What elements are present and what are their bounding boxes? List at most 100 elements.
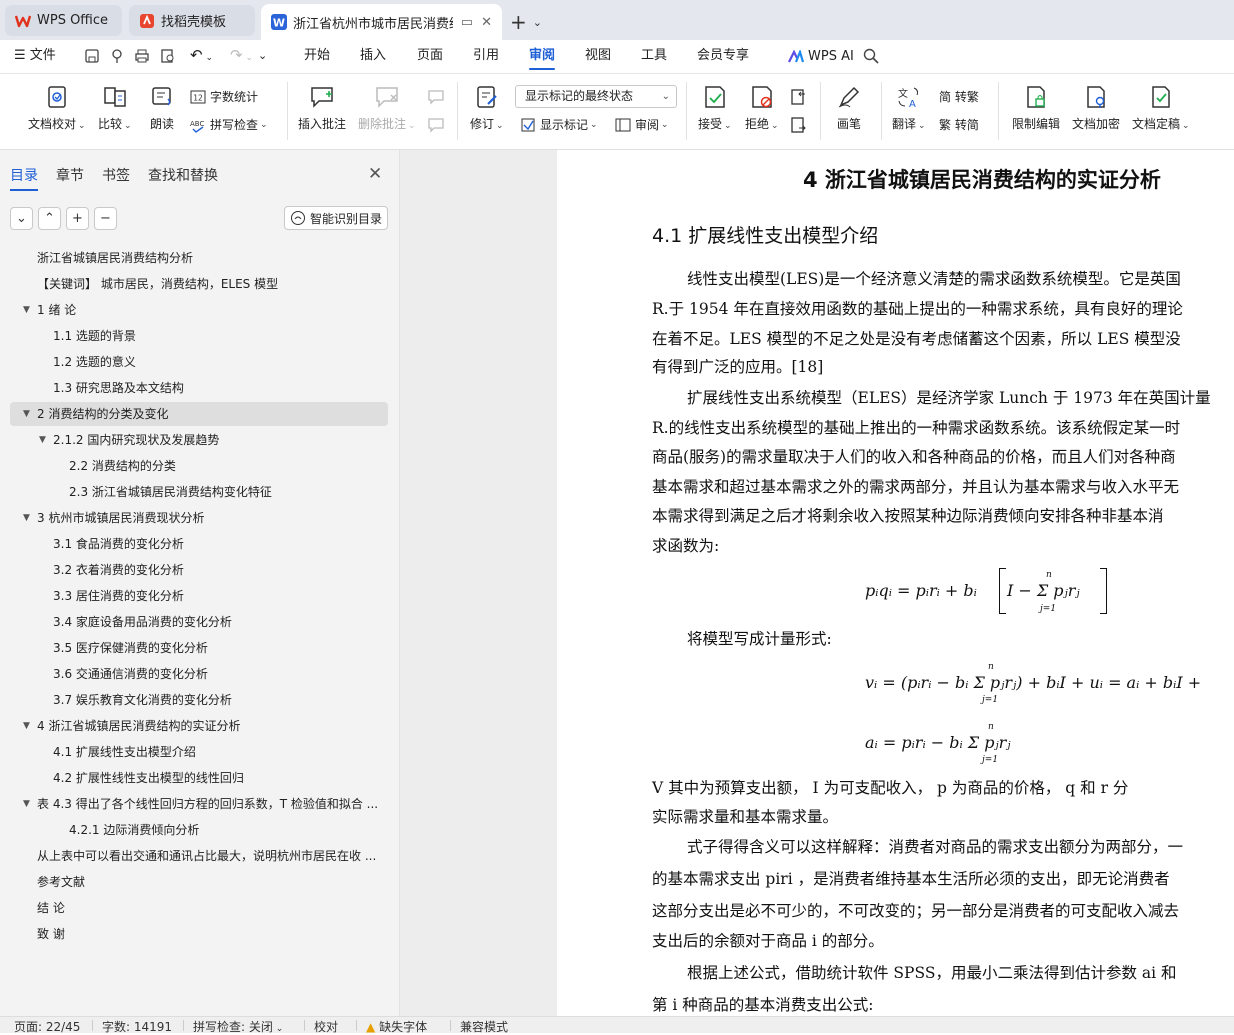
insert-comment-button[interactable]: 插入批注 <box>298 84 346 132</box>
expand-toggle-icon[interactable]: ▼ <box>39 428 46 452</box>
compare-button[interactable]: 比较 ⌄ <box>98 84 132 132</box>
previous-change-icon[interactable] <box>790 88 808 106</box>
close-icon[interactable]: ✕ <box>368 164 382 184</box>
missing-font-status[interactable]: ▲ 缺失字体 <box>355 1018 427 1035</box>
expand-toggle-icon[interactable]: ▼ <box>23 506 30 530</box>
toc-item[interactable]: 4.2.1 边际消费倾向分析 <box>10 818 388 842</box>
smart-toc-button[interactable]: 智能识别目录 <box>284 206 388 230</box>
warning-icon: ▲ <box>366 1020 376 1034</box>
toc-item[interactable]: 致 谢 <box>10 922 388 946</box>
document-page[interactable]: 4 浙江省城镇居民消费结构的实证分析 4.1 扩展线性支出模型介绍 线性支出模型… <box>557 150 1234 1016</box>
tab-window-icon[interactable]: ▭ <box>461 15 473 30</box>
pane-tab-find-replace[interactable]: 查找和替换 <box>148 165 218 185</box>
toc-item-label: 浙江省城镇居民消费结构分析 <box>37 251 194 265</box>
toc-item[interactable]: ▼ 1 绪 论 <box>10 298 388 322</box>
review-pane-button[interactable]: 审阅 ⌄ <box>615 116 669 133</box>
ink-pen-button[interactable]: 画笔 <box>836 84 862 132</box>
print-icon[interactable] <box>134 48 150 64</box>
menu-start[interactable]: 开始 <box>304 40 330 73</box>
toc-item[interactable]: 4.1 扩展线性支出模型介绍 <box>10 740 388 764</box>
pane-tab-toc[interactable]: 目录 <box>10 165 38 191</box>
menu-references[interactable]: 引用 <box>473 40 499 73</box>
toc-item[interactable]: 4.2 扩展性线性支出模型的线性回归 <box>10 766 388 790</box>
to-traditional-button[interactable]: 简 转繁 <box>939 88 979 105</box>
close-tab-icon[interactable]: ✕ <box>481 15 492 30</box>
word-count-status[interactable]: 字数: 14191 <box>91 1018 172 1035</box>
toc-item[interactable]: 结 论 <box>10 896 388 920</box>
expand-toggle-icon[interactable]: ▼ <box>23 402 30 426</box>
track-changes-button[interactable]: 修订 ⌄ <box>470 84 504 132</box>
search-icon[interactable] <box>863 48 879 64</box>
toc-item[interactable]: 1.2 选题的意义 <box>10 350 388 374</box>
remove-heading-button[interactable]: − <box>94 207 117 230</box>
spell-check-button[interactable]: ABC 拼写检查 ⌄ <box>190 116 268 133</box>
read-aloud-button[interactable]: 朗读 <box>149 84 175 132</box>
menu-file[interactable]: ☰ 文件 <box>14 40 56 73</box>
to-simplified-button[interactable]: 繁 转简 <box>939 116 979 133</box>
expand-toggle-icon[interactable]: ▼ <box>23 792 30 816</box>
toc-item[interactable]: ▼ 4 浙江省城镇居民消费结构的实证分析 <box>10 714 388 738</box>
export-icon[interactable] <box>109 48 125 64</box>
tab-current-document[interactable]: W 浙江省杭州市城市居民消费结构 ▭ ✕ <box>261 4 502 40</box>
toc-item[interactable]: 浙江省城镇居民消费结构分析 <box>10 246 388 270</box>
toc-item[interactable]: 1.1 选题的背景 <box>10 324 388 348</box>
pane-tab-sections[interactable]: 章节 <box>56 165 84 185</box>
menu-view[interactable]: 视图 <box>585 40 611 73</box>
reject-button[interactable]: 拒绝 ⌄ <box>745 84 779 132</box>
daoke-logo-icon <box>140 13 154 28</box>
toc-item[interactable]: ▼ 2.1.2 国内研究现状及发展趋势 <box>10 428 388 452</box>
save-icon[interactable] <box>84 48 100 64</box>
next-change-icon[interactable] <box>790 116 808 134</box>
next-comment-icon[interactable] <box>427 116 445 134</box>
print-preview-icon[interactable] <box>160 48 176 64</box>
toc-item[interactable]: 1.3 研究思路及本文结构 <box>10 376 388 400</box>
redo-button[interactable]: ↷ ⌄ <box>230 40 253 73</box>
expand-toggle-icon[interactable]: ▼ <box>23 714 30 738</box>
page-indicator[interactable]: 页面: 22/45 <box>14 1018 80 1035</box>
accept-button[interactable]: 接受 ⌄ <box>698 84 732 132</box>
collapse-up-button[interactable]: ⌃ <box>38 207 61 230</box>
translate-button[interactable]: 文A 翻译 ⌄ <box>892 84 926 132</box>
undo-button[interactable]: ↶ ⌄ <box>190 40 213 73</box>
toc-item[interactable]: 参考文献 <box>10 870 388 894</box>
expand-down-button[interactable]: ⌄ <box>10 207 33 230</box>
toc-item[interactable]: 3.2 衣着消费的变化分析 <box>10 558 388 582</box>
menu-page[interactable]: 页面 <box>417 40 443 73</box>
menu-wps-ai[interactable]: WPS AI <box>788 40 854 73</box>
show-markup-button[interactable]: 显示标记 ⌄ <box>520 116 598 133</box>
add-heading-button[interactable]: + <box>66 207 89 230</box>
finalize-document-button[interactable]: 文档定稿 ⌄ <box>1132 84 1190 132</box>
document-encrypt-button[interactable]: 文档加密 <box>1072 84 1120 132</box>
toc-item[interactable]: 3.3 居住消费的变化分析 <box>10 584 388 608</box>
new-tab-button[interactable]: + ⌄ <box>510 10 542 34</box>
markup-display-select[interactable]: 显示标记的最终状态 ⌄ <box>515 85 677 108</box>
toc-item[interactable]: 从上表中可以看出交通和通讯占比最大，说明杭州市居民在收 ... <box>10 844 388 868</box>
toc-item[interactable]: 【关键词】 城市居民，消费结构，ELES 模型 <box>10 272 388 296</box>
doc-proof-button[interactable]: 文档校对 ⌄ <box>28 84 86 132</box>
tab-template-store[interactable]: 找稻壳模板 <box>129 5 255 36</box>
toc-item[interactable]: 3.6 交通通信消费的变化分析 <box>10 662 388 686</box>
restrict-editing-button[interactable]: 限制编辑 <box>1012 84 1060 132</box>
spell-check-status[interactable]: 拼写检查: 关闭 ⌄ <box>182 1018 283 1035</box>
word-count-button[interactable]: 12 字数统计 <box>190 88 258 105</box>
menu-tools[interactable]: 工具 <box>641 40 667 73</box>
more-quick-access-icon[interactable]: ⌄ <box>258 40 267 73</box>
pane-tab-bookmarks[interactable]: 书签 <box>102 165 130 185</box>
toc-item[interactable]: ▼ 表 4.3 得出了各个线性回归方程的回归系数，T 检验值和拟合 ... <box>10 792 388 816</box>
toc-item[interactable]: 3.5 医疗保健消费的变化分析 <box>10 636 388 660</box>
toc-item[interactable]: ▼ 2 消费结构的分类及变化 <box>10 402 388 426</box>
toc-item[interactable]: 2.2 消费结构的分类 <box>10 454 388 478</box>
menu-member[interactable]: 会员专享 <box>697 40 749 73</box>
toc-item[interactable]: 3.1 食品消费的变化分析 <box>10 532 388 556</box>
toc-item[interactable]: 2.3 浙江省城镇居民消费结构变化特征 <box>10 480 388 504</box>
expand-toggle-icon[interactable]: ▼ <box>23 298 30 322</box>
delete-comment-button[interactable]: 删除批注 ⌄ <box>358 84 416 132</box>
previous-comment-icon[interactable] <box>427 88 445 106</box>
tab-wps-office[interactable]: WPS Office <box>5 5 122 36</box>
toc-item[interactable]: 3.4 家庭设备用品消费的变化分析 <box>10 610 388 634</box>
toc-item[interactable]: ▼ 3 杭州市城镇居民消费现状分析 <box>10 506 388 530</box>
menu-insert[interactable]: 插入 <box>360 40 386 73</box>
proof-status[interactable]: 校对 <box>303 1018 338 1035</box>
menu-review[interactable]: 审阅 <box>529 40 556 73</box>
toc-item[interactable]: 3.7 娱乐教育文化消费的变化分析 <box>10 688 388 712</box>
